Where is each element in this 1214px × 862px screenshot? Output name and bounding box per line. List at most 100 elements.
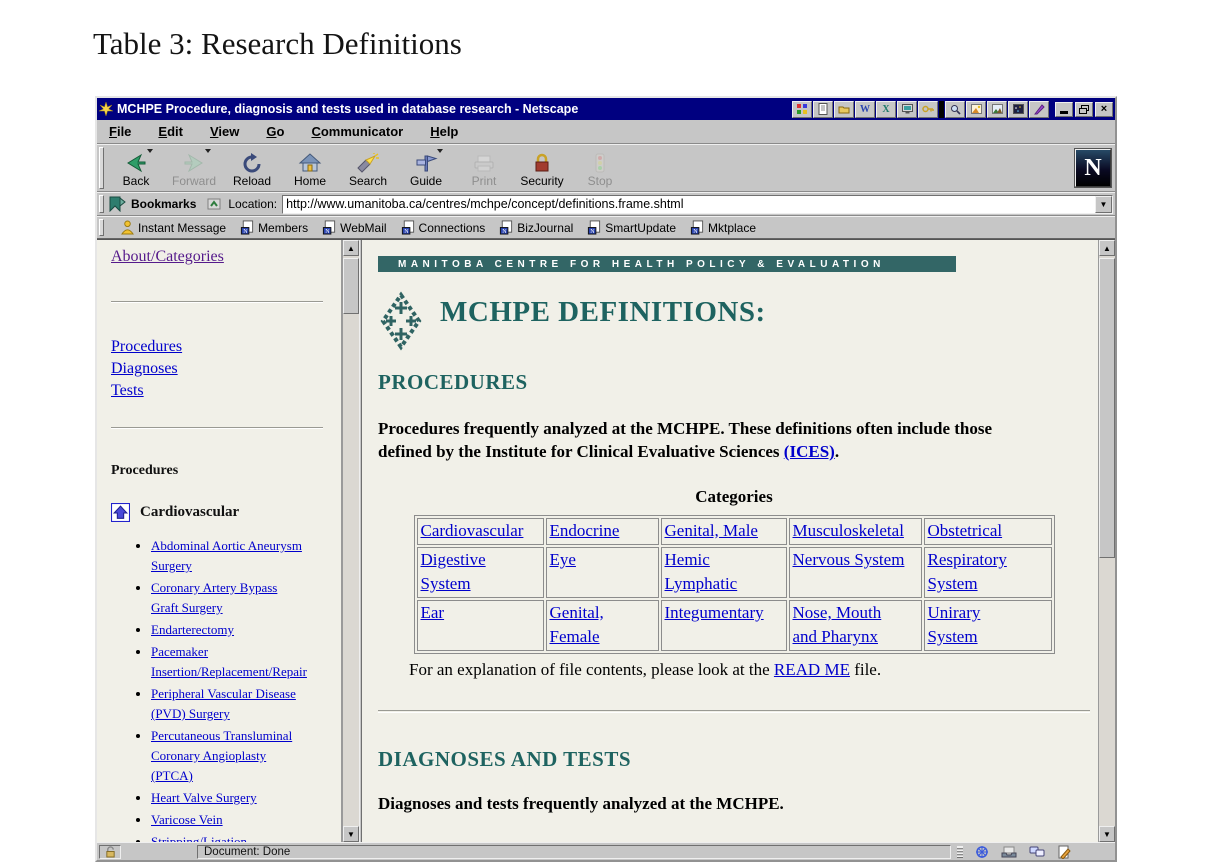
home-arrow-icon[interactable] bbox=[111, 503, 130, 522]
dark-screen-icon[interactable] bbox=[1008, 101, 1028, 118]
category-link[interactable]: Ear bbox=[421, 603, 445, 622]
sidebar-procedure-link[interactable]: Percutaneous Transluminal Coronary Angio… bbox=[151, 728, 292, 783]
main-scrollbar-thumb[interactable] bbox=[1099, 258, 1115, 558]
smartupdate-button[interactable]: N SmartUpdate bbox=[587, 220, 676, 235]
category-link[interactable]: Genital, Female bbox=[550, 603, 604, 646]
search-button[interactable]: Search bbox=[339, 146, 397, 190]
sidebar-scrollbar-thumb[interactable] bbox=[343, 258, 359, 314]
sidebar-procedure-link[interactable]: Pacemaker Insertion/Replacement/Repair bbox=[151, 644, 307, 679]
scroll-down-icon[interactable]: ▼ bbox=[1099, 826, 1115, 842]
category-link[interactable]: Nervous System bbox=[793, 550, 905, 569]
sidebar-procedure-link[interactable]: Heart Valve Surgery bbox=[151, 790, 257, 805]
content-area: About/Categories Procedures Diagnoses Te… bbox=[97, 239, 1115, 842]
scroll-track[interactable] bbox=[1099, 558, 1115, 826]
url-input[interactable] bbox=[283, 197, 1095, 212]
bookmarks-button[interactable]: Bookmarks bbox=[131, 197, 196, 211]
category-link[interactable]: Respiratory System bbox=[928, 550, 1007, 593]
menu-go[interactable]: Go bbox=[266, 124, 284, 139]
category-link[interactable]: Genital, Male bbox=[665, 521, 758, 540]
colored-squares-icon[interactable] bbox=[792, 101, 812, 118]
excel-icon[interactable]: X bbox=[876, 101, 896, 118]
menu-help[interactable]: Help bbox=[430, 124, 458, 139]
location-bar-grippy[interactable] bbox=[99, 195, 104, 213]
document-icon[interactable] bbox=[813, 101, 833, 118]
word-icon[interactable]: W bbox=[855, 101, 875, 118]
forward-button[interactable]: Forward bbox=[165, 146, 223, 190]
main-scrollbar[interactable]: ▲ ▼ bbox=[1098, 240, 1115, 842]
title-bar[interactable]: MCHPE Procedure, diagnosis and tests use… bbox=[97, 98, 1115, 120]
category-link[interactable]: Endocrine bbox=[550, 521, 620, 540]
readme-link[interactable]: READ ME bbox=[774, 660, 850, 679]
category-link[interactable]: Obstetrical bbox=[928, 521, 1003, 540]
url-dropdown-button[interactable]: ▼ bbox=[1095, 196, 1112, 213]
sidebar-procedure-link[interactable]: Stripping/Ligation bbox=[151, 834, 247, 842]
key-icon[interactable] bbox=[918, 101, 938, 118]
scroll-up-icon[interactable]: ▲ bbox=[1099, 240, 1115, 256]
reload-button[interactable]: Reload bbox=[223, 146, 281, 190]
lock-icon bbox=[105, 845, 116, 858]
close-button[interactable]: × bbox=[1095, 102, 1113, 117]
category-link[interactable]: Musculoskeletal bbox=[793, 521, 904, 540]
guide-button[interactable]: Guide bbox=[397, 146, 455, 190]
menu-edit[interactable]: Edit bbox=[158, 124, 183, 139]
sidebar-link-about-categories[interactable]: About/Categories bbox=[111, 248, 224, 266]
scroll-up-icon[interactable]: ▲ bbox=[343, 240, 359, 256]
sidebar-divider bbox=[111, 301, 323, 303]
category-link[interactable]: Unirary System bbox=[928, 603, 981, 646]
npage-icon: N bbox=[587, 220, 601, 235]
print-button[interactable]: Print bbox=[455, 146, 513, 190]
sidebar-link-diagnoses[interactable]: Diagnoses bbox=[111, 358, 178, 380]
category-link[interactable]: Digestive System bbox=[421, 550, 486, 593]
toolbar-grippy[interactable] bbox=[99, 147, 104, 189]
quill-icon[interactable] bbox=[1029, 101, 1049, 118]
stop-button[interactable]: Stop bbox=[571, 146, 629, 190]
scroll-track[interactable] bbox=[343, 314, 359, 826]
restore-button[interactable] bbox=[1075, 102, 1093, 117]
back-button[interactable]: Back bbox=[107, 146, 165, 190]
sidebar-procedure-link[interactable]: Endarterectomy bbox=[151, 622, 234, 637]
menu-file[interactable]: File bbox=[109, 124, 131, 139]
scroll-down-icon[interactable]: ▼ bbox=[343, 826, 359, 842]
ices-link[interactable]: (ICES) bbox=[784, 442, 835, 461]
image-icon-2[interactable] bbox=[987, 101, 1007, 118]
discussions-icon[interactable] bbox=[1029, 846, 1045, 858]
members-button[interactable]: N Members bbox=[240, 220, 308, 235]
instant-message-button[interactable]: Instant Message bbox=[121, 220, 226, 235]
connections-button[interactable]: N Connections bbox=[401, 220, 486, 235]
sidebar-procedure-link[interactable]: Coronary Artery Bypass Graft Surgery bbox=[151, 580, 277, 615]
bizjournal-button[interactable]: N BizJournal bbox=[499, 220, 573, 235]
security-lock-button[interactable] bbox=[99, 845, 121, 859]
sidebar-procedure-link[interactable]: Peripheral Vascular Disease (PVD) Surger… bbox=[151, 686, 296, 721]
navigator-icon[interactable] bbox=[975, 845, 989, 859]
sidebar-scrollbar[interactable]: ▲ ▼ bbox=[342, 240, 359, 842]
mktplace-button[interactable]: N Mktplace bbox=[690, 220, 756, 235]
netscape-window-icon bbox=[99, 102, 113, 116]
monitor-icon[interactable] bbox=[897, 101, 917, 118]
page-title: MCHPE DEFINITIONS: bbox=[440, 296, 766, 329]
menu-communicator[interactable]: Communicator bbox=[311, 124, 403, 139]
security-button[interactable]: Security bbox=[513, 146, 571, 190]
category-cell: Respiratory System bbox=[924, 547, 1052, 598]
minimize-button[interactable] bbox=[1055, 102, 1073, 117]
category-link[interactable]: Cardiovascular bbox=[421, 521, 524, 540]
sidebar-link-tests[interactable]: Tests bbox=[111, 380, 144, 402]
sidebar-link-procedures[interactable]: Procedures bbox=[111, 336, 182, 358]
category-link[interactable]: Hemic Lymphatic bbox=[665, 550, 738, 593]
composer-icon[interactable] bbox=[1057, 845, 1071, 859]
mailbox-icon[interactable] bbox=[1001, 846, 1017, 858]
personal-toolbar-grippy[interactable] bbox=[99, 219, 104, 236]
category-link[interactable]: Integumentary bbox=[665, 603, 764, 622]
back-icon bbox=[124, 151, 148, 173]
find-document-icon[interactable] bbox=[945, 101, 965, 118]
category-link[interactable]: Eye bbox=[550, 550, 576, 569]
sidebar-procedure-link[interactable]: Abdominal Aortic Aneurysm Surgery bbox=[151, 538, 302, 573]
menu-view[interactable]: View bbox=[210, 124, 239, 139]
component-bar-grippy[interactable] bbox=[957, 846, 963, 858]
category-link[interactable]: Nose, Mouth and Pharynx bbox=[793, 603, 882, 646]
image-icon[interactable] bbox=[966, 101, 986, 118]
netscape-logo[interactable]: N bbox=[1075, 149, 1111, 187]
home-button[interactable]: Home bbox=[281, 146, 339, 190]
sidebar-procedure-link[interactable]: Varicose Vein bbox=[151, 812, 223, 827]
open-folder-icon[interactable] bbox=[834, 101, 854, 118]
webmail-button[interactable]: N WebMail bbox=[322, 220, 386, 235]
